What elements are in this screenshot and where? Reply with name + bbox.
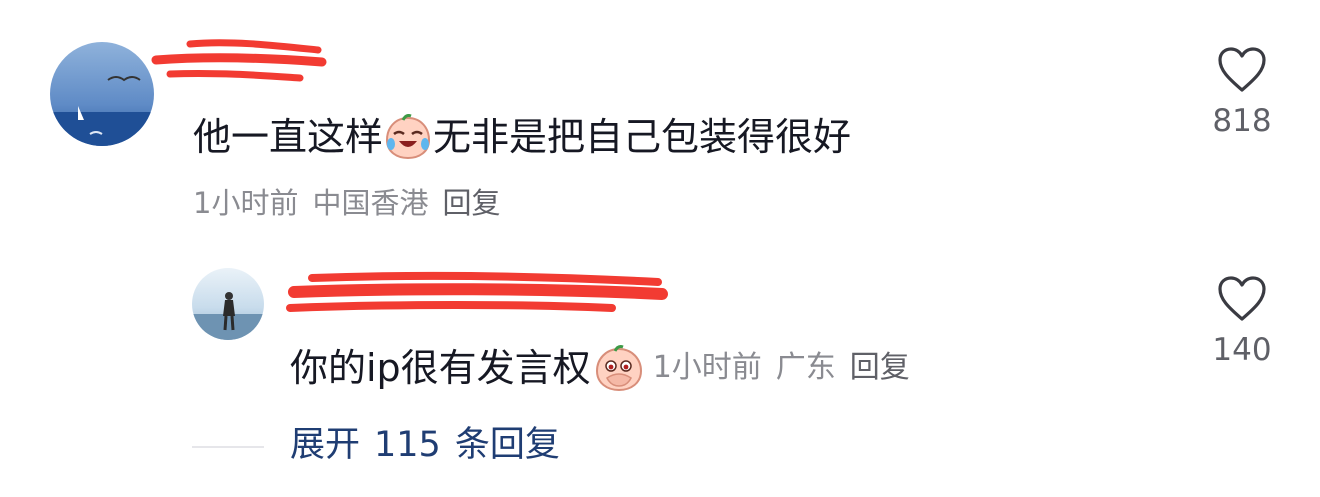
expand-replies-button[interactable]: 展开 115 条回复 xyxy=(290,428,560,463)
redacted-reply-username xyxy=(286,271,668,312)
reply-avatar[interactable] xyxy=(192,268,264,340)
reply-text-line: 你的ip很有发言权 1小时前 广东 回复 xyxy=(290,344,924,392)
reply-time: 1小时前 xyxy=(652,350,762,385)
heart-outline-icon xyxy=(1218,276,1266,321)
covering-mouth-peach-emoji-icon xyxy=(595,345,642,392)
heart-outline-icon xyxy=(1218,47,1266,92)
reply-text: 你的ip很有发言权 xyxy=(290,346,591,390)
avatar[interactable] xyxy=(50,42,154,146)
reply-reply-button[interactable]: 回复 xyxy=(850,353,910,383)
reply-button[interactable]: 回复 xyxy=(442,186,500,220)
comment-text-part1: 他一直这样 xyxy=(193,115,384,159)
comment-text: 他一直这样 无非是把自己包装得很好 xyxy=(193,114,851,160)
reply-like-count: 140 xyxy=(1212,332,1272,368)
reply-location: 广东 xyxy=(775,350,836,385)
redacted-username xyxy=(151,39,327,82)
divider xyxy=(192,446,264,448)
like-count: 818 xyxy=(1212,103,1272,139)
comment-time: 1小时前 xyxy=(193,186,299,220)
crying-laughing-peach-emoji-icon xyxy=(386,114,431,160)
expand-label-suffix: 条回复 xyxy=(454,425,560,465)
reply-like-button[interactable]: 140 xyxy=(1187,275,1297,366)
comment-text-part2: 无非是把自己包装得很好 xyxy=(433,115,852,159)
comment-location: 中国香港 xyxy=(312,186,429,220)
expand-label-prefix: 展开 xyxy=(290,425,361,465)
comment-meta: 1小时前 中国香港 回复 xyxy=(193,189,514,218)
expand-count: 115 xyxy=(374,425,441,465)
like-button[interactable]: 818 xyxy=(1187,46,1297,137)
